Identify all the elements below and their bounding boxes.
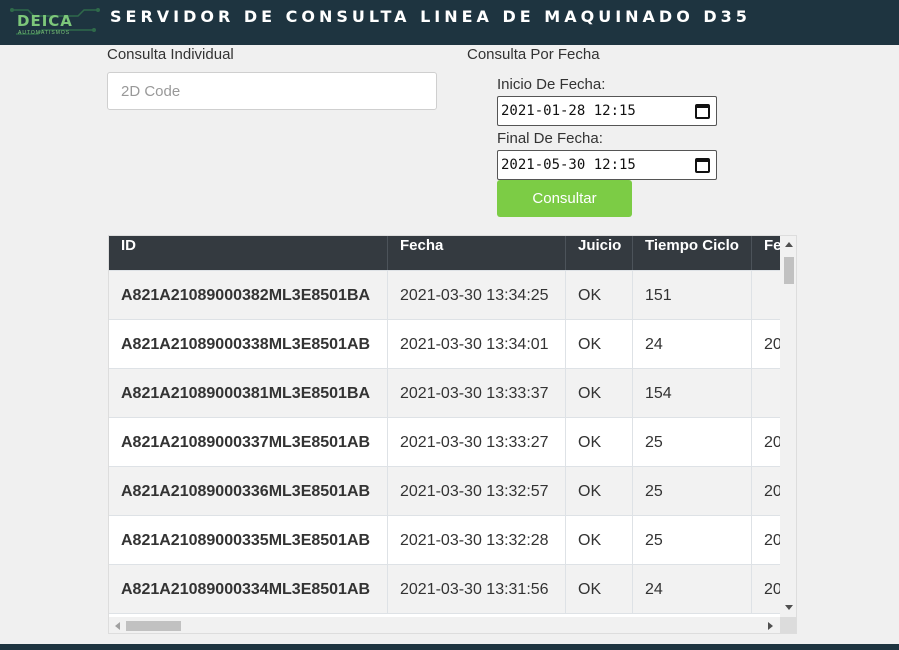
cell-tiempo-ciclo: 154 — [633, 369, 752, 418]
cell-id: A821A21089000381ML3E8501BA — [109, 369, 388, 418]
cell-id: A821A21089000382ML3E8501BA — [109, 271, 388, 320]
table-row[interactable]: A821A21089000335ML3E8501AB 2021-03-30 13… — [109, 515, 780, 565]
cell-id: A821A21089000336ML3E8501AB — [109, 467, 388, 516]
2d-code-placeholder: 2D Code — [121, 83, 181, 100]
horizontal-scroll-thumb[interactable] — [126, 621, 181, 631]
cell-juicio: OK — [566, 418, 633, 467]
cell-juicio: OK — [566, 271, 633, 320]
footer-bar — [0, 644, 899, 650]
column-header-fe[interactable]: Fe — [752, 236, 780, 270]
table-header: ID Fecha Juicio Tiempo Ciclo Fe — [109, 236, 780, 270]
end-date-value: 2021-05-30 12:15 — [501, 157, 636, 173]
individual-query-label: Consulta Individual — [107, 46, 234, 63]
table-row[interactable]: A821A21089000382ML3E8501BA 2021-03-30 13… — [109, 270, 780, 320]
cell-tiempo-ciclo: 25 — [633, 516, 752, 565]
cell-tiempo-ciclo: 25 — [633, 467, 752, 516]
cell-fe: 20 — [764, 434, 780, 451]
start-date-input[interactable]: 2021-01-28 12:15 — [497, 96, 717, 126]
end-date-input[interactable]: 2021-05-30 12:15 — [497, 150, 717, 180]
cell-juicio: OK — [566, 320, 633, 369]
table-row[interactable]: A821A21089000338ML3E8501AB 2021-03-30 13… — [109, 319, 780, 369]
cell-juicio: OK — [566, 369, 633, 418]
table-row[interactable]: A821A21089000381ML3E8501BA 2021-03-30 13… — [109, 368, 780, 418]
cell-fe: 20 — [764, 532, 780, 549]
logo-text: DEICA — [17, 12, 73, 30]
results-table: ID Fecha Juicio Tiempo Ciclo Fe A821A210… — [108, 235, 797, 634]
cell-fecha: 2021-03-30 13:34:25 — [388, 271, 566, 320]
cell-fe: 20 — [764, 483, 780, 500]
logo-subtext: AUTOMATISMOS — [18, 30, 71, 36]
table-row[interactable]: A821A21089000336ML3E8501AB 2021-03-30 13… — [109, 466, 780, 516]
2d-code-input[interactable]: 2D Code — [107, 72, 437, 110]
vertical-scrollbar[interactable] — [780, 236, 796, 617]
cell-tiempo-ciclo: 25 — [633, 418, 752, 467]
cell-juicio: OK — [566, 565, 633, 614]
column-header-juicio[interactable]: Juicio — [566, 236, 633, 270]
cell-fe — [752, 369, 780, 418]
start-date-label: Inicio De Fecha: — [497, 76, 606, 93]
cell-id: A821A21089000338ML3E8501AB — [109, 320, 388, 369]
cell-fe: 20 — [764, 336, 780, 353]
date-query-label: Consulta Por Fecha — [467, 46, 600, 63]
cell-juicio: OK — [566, 516, 633, 565]
column-header-id[interactable]: ID — [109, 236, 388, 270]
vertical-scroll-thumb[interactable] — [784, 257, 794, 284]
cell-tiempo-ciclo: 24 — [633, 320, 752, 369]
cell-tiempo-ciclo: 24 — [633, 565, 752, 614]
cell-fecha: 2021-03-30 13:34:01 — [388, 320, 566, 369]
cell-tiempo-ciclo: 151 — [633, 271, 752, 320]
cell-fecha: 2021-03-30 13:32:28 — [388, 516, 566, 565]
cell-fecha: 2021-03-30 13:33:37 — [388, 369, 566, 418]
cell-id: A821A21089000335ML3E8501AB — [109, 516, 388, 565]
cell-juicio: OK — [566, 467, 633, 516]
end-date-label: Final De Fecha: — [497, 130, 603, 147]
table-viewport: ID Fecha Juicio Tiempo Ciclo Fe A821A210… — [109, 236, 780, 617]
consultar-button[interactable]: Consultar — [497, 180, 632, 217]
calendar-icon[interactable] — [695, 104, 710, 119]
scrollbar-corner — [780, 617, 796, 633]
cell-fecha: 2021-03-30 13:31:56 — [388, 565, 566, 614]
table-row[interactable]: A821A21089000337ML3E8501AB 2021-03-30 13… — [109, 417, 780, 467]
chevron-down-icon[interactable] — [785, 605, 793, 610]
top-navbar: DEICA AUTOMATISMOS SERVIDOR DE CONSULTA … — [0, 0, 899, 45]
cell-fecha: 2021-03-30 13:32:57 — [388, 467, 566, 516]
cell-fe: 20 — [764, 581, 780, 598]
column-header-fecha[interactable]: Fecha — [388, 236, 566, 270]
cell-fe — [752, 271, 780, 320]
chevron-right-icon[interactable] — [768, 622, 773, 630]
page-title: SERVIDOR DE CONSULTA LINEA DE MAQUINADO … — [110, 7, 751, 26]
horizontal-scrollbar[interactable] — [109, 617, 780, 633]
chevron-up-icon[interactable] — [785, 242, 793, 247]
column-header-tiempo-ciclo[interactable]: Tiempo Ciclo — [633, 236, 752, 270]
calendar-icon[interactable] — [695, 158, 710, 173]
cell-fecha: 2021-03-30 13:33:27 — [388, 418, 566, 467]
table-row[interactable]: A821A21089000334ML3E8501AB 2021-03-30 13… — [109, 564, 780, 614]
deica-logo[interactable]: DEICA AUTOMATISMOS — [8, 4, 103, 40]
cell-id: A821A21089000334ML3E8501AB — [109, 565, 388, 614]
chevron-left-icon[interactable] — [115, 622, 120, 630]
cell-id: A821A21089000337ML3E8501AB — [109, 418, 388, 467]
start-date-value: 2021-01-28 12:15 — [501, 103, 636, 119]
